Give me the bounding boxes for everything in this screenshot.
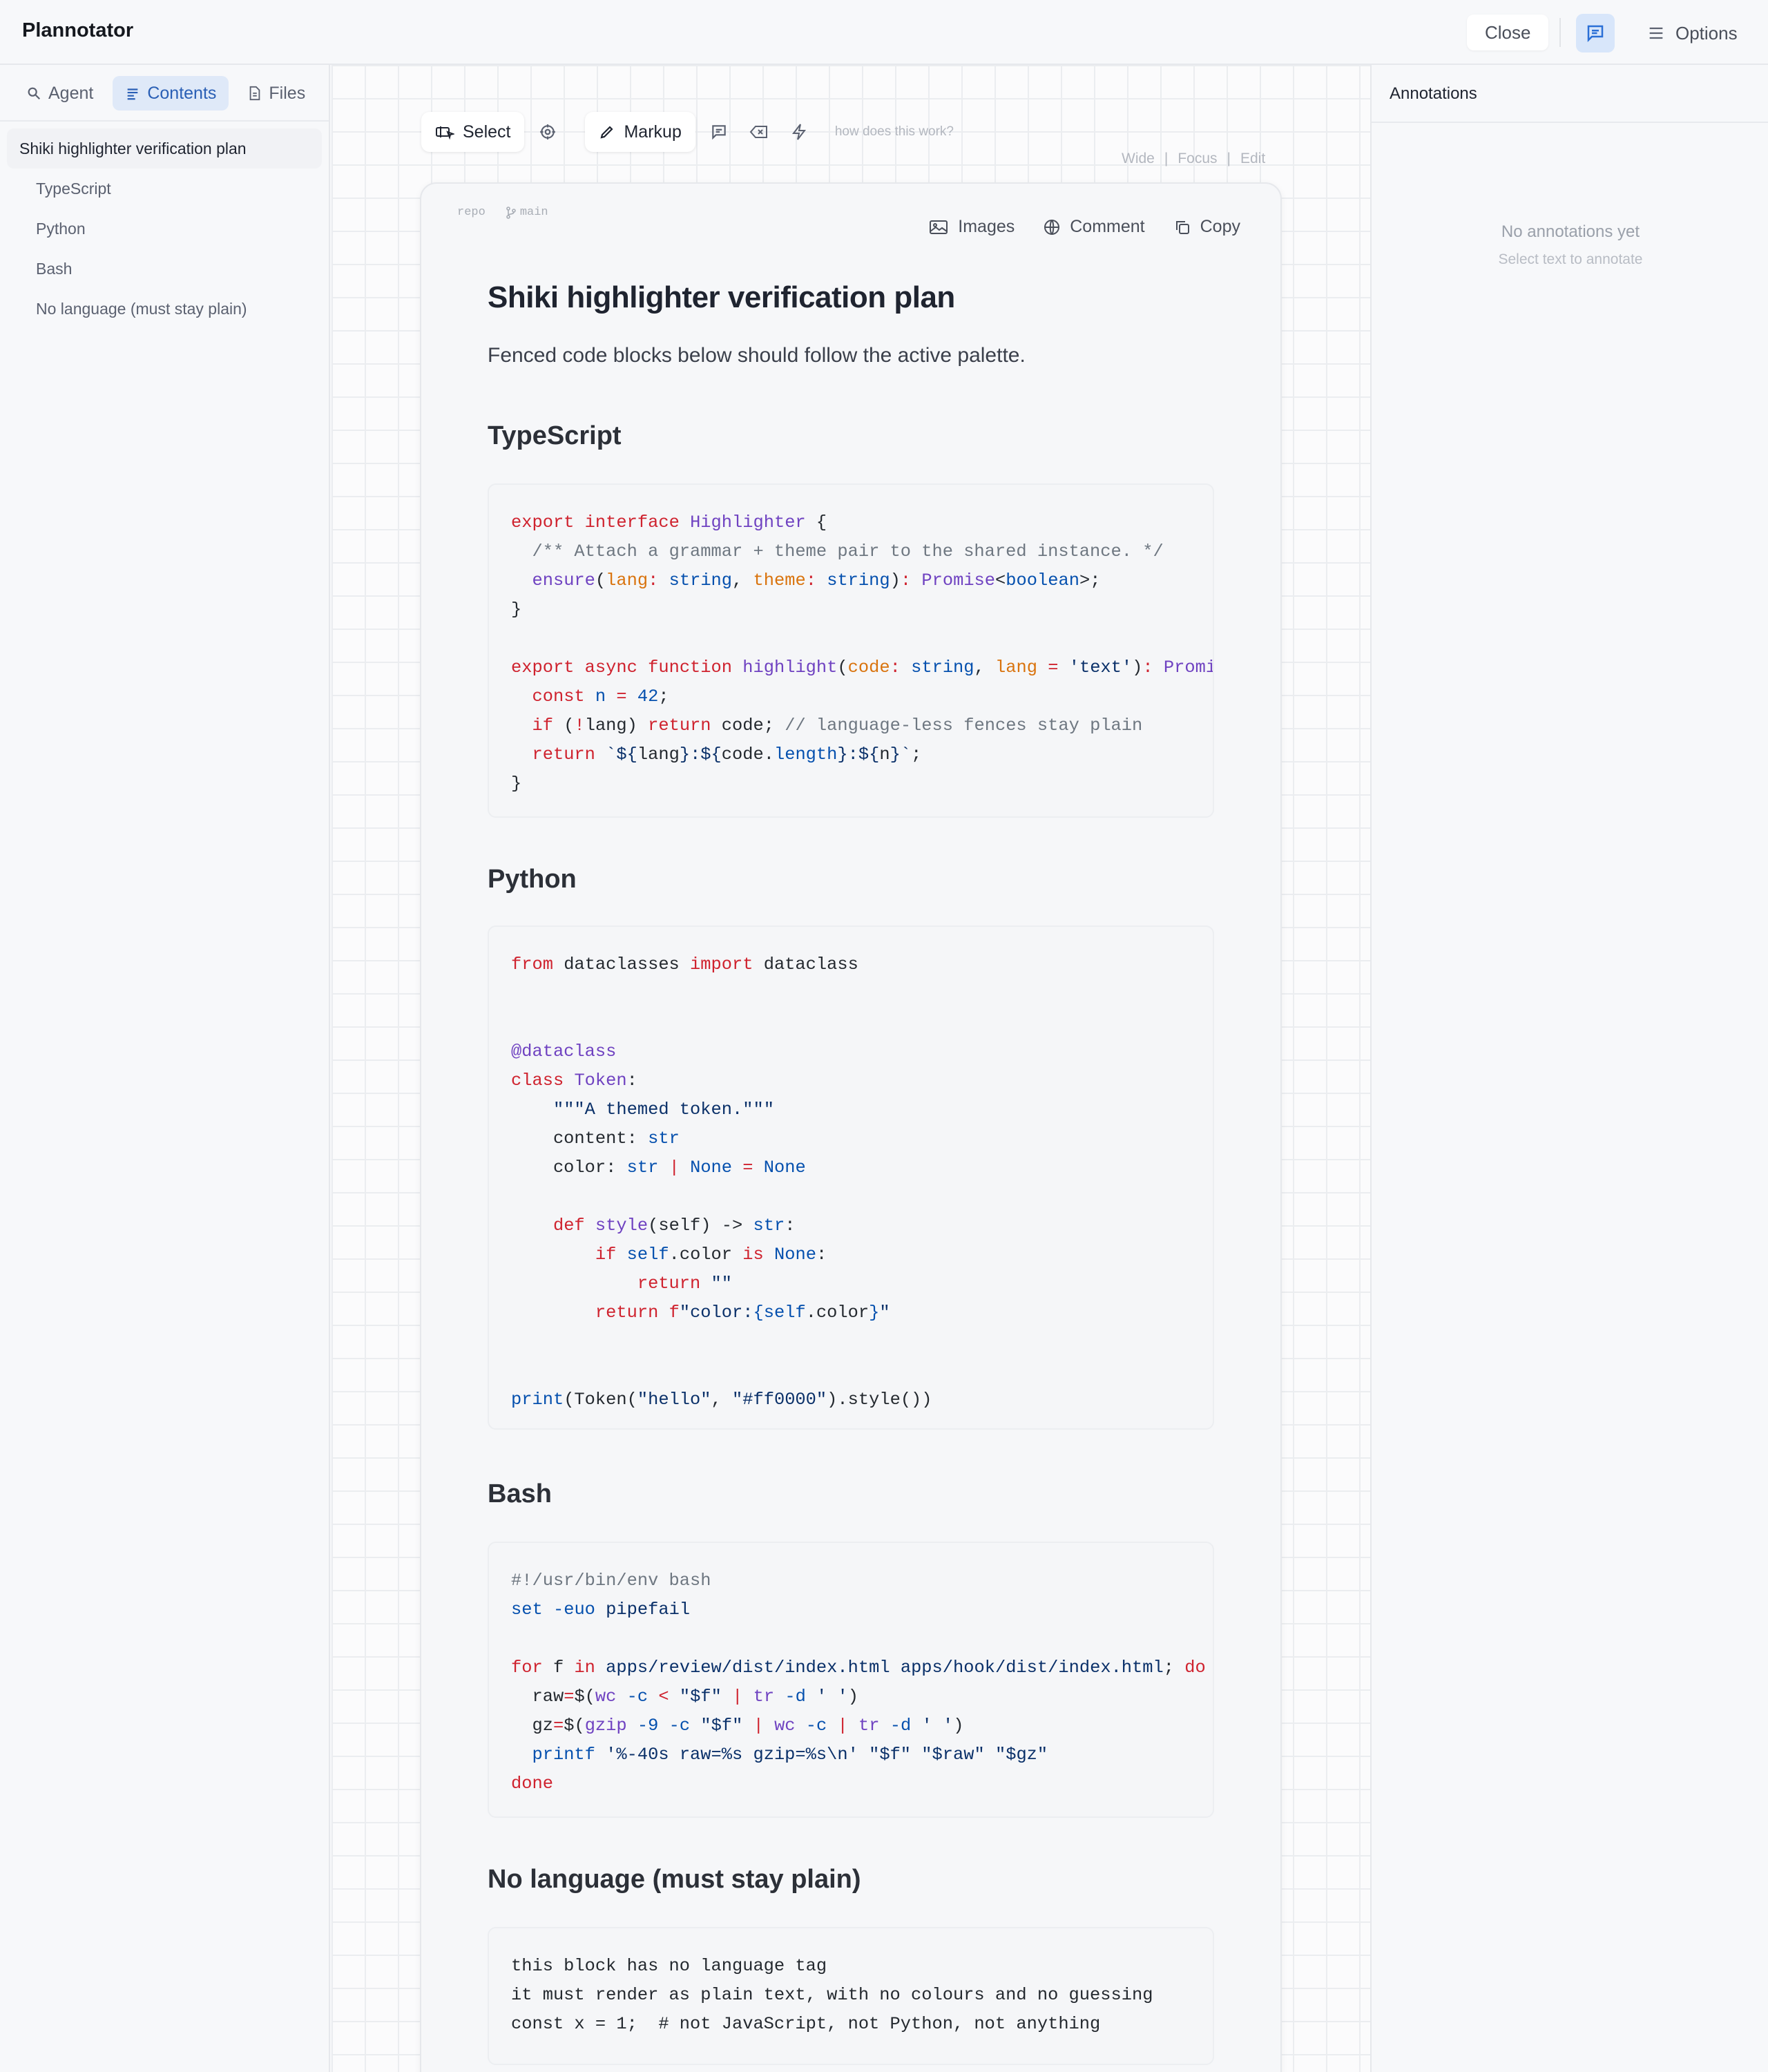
file-icon bbox=[248, 86, 262, 101]
annotations-toggle-button[interactable] bbox=[1576, 14, 1615, 52]
view-edit-link[interactable]: Edit bbox=[1240, 151, 1265, 167]
sidebar-tabs: Agent Contents Files bbox=[14, 76, 318, 111]
pin-mode-button[interactable] bbox=[531, 112, 564, 152]
copy-icon bbox=[1174, 219, 1191, 236]
header-divider bbox=[1559, 18, 1561, 47]
tab-files-label: Files bbox=[269, 83, 306, 103]
document-canvas: Select Markup how does this work? Wide |… bbox=[332, 65, 1370, 2072]
message-icon bbox=[1585, 23, 1606, 44]
tab-contents[interactable]: Contents bbox=[113, 76, 229, 111]
view-focus-link[interactable]: Focus bbox=[1178, 151, 1217, 167]
close-button[interactable]: Close bbox=[1467, 15, 1549, 50]
markup-mode-button[interactable]: Markup bbox=[585, 112, 695, 152]
sidebar-divider bbox=[0, 120, 329, 122]
markup-label: Markup bbox=[624, 122, 682, 142]
globe-icon bbox=[1044, 219, 1060, 236]
code-block-typescript: export interface Highlighter { /** Attac… bbox=[488, 483, 1214, 818]
quick-action-button[interactable] bbox=[782, 112, 816, 152]
document-meta: repo main bbox=[457, 206, 548, 219]
git-branch-icon bbox=[506, 206, 516, 219]
options-label: Options bbox=[1675, 22, 1738, 44]
code-plain: this block has no language tag it must r… bbox=[511, 1956, 1153, 2034]
comment-tool-button[interactable] bbox=[702, 112, 736, 152]
code-block-python: from dataclasses import dataclass @datac… bbox=[488, 925, 1214, 1430]
code-typescript: export interface Highlighter { /** Attac… bbox=[511, 512, 1213, 794]
images-button[interactable]: Images bbox=[929, 217, 1015, 237]
app-header: Plannotator Close Options bbox=[0, 0, 1768, 65]
annotation-toolbar: Select Markup how does this work? bbox=[421, 112, 954, 152]
toc-item-typescript[interactable]: TypeScript bbox=[7, 169, 322, 209]
lightning-icon bbox=[791, 123, 807, 141]
delete-tool-button[interactable] bbox=[742, 112, 776, 152]
image-icon bbox=[929, 219, 948, 236]
branch-label: main bbox=[506, 206, 548, 219]
section-heading-no-language: No language (must stay plain) bbox=[488, 1865, 861, 1894]
document-card: repo main Images Comment Copy Shiki high… bbox=[420, 182, 1282, 2072]
section-heading-bash: Bash bbox=[488, 1479, 552, 1508]
toc-item-no-language[interactable]: No language (must stay plain) bbox=[7, 289, 322, 329]
menu-icon bbox=[1646, 23, 1666, 43]
copy-label: Copy bbox=[1200, 217, 1240, 236]
app-title: Plannotator bbox=[22, 19, 134, 41]
code-block-bash: #!/usr/bin/env bash set -euo pipefail fo… bbox=[488, 1542, 1214, 1818]
repo-label: repo bbox=[457, 206, 486, 219]
document-lead: Fenced code blocks below should follow t… bbox=[488, 344, 1026, 367]
section-heading-python: Python bbox=[488, 865, 577, 894]
crosshair-icon bbox=[539, 123, 557, 141]
tab-contents-label: Contents bbox=[147, 83, 217, 103]
tab-agent-label: Agent bbox=[48, 83, 94, 103]
code-bash: #!/usr/bin/env bash set -euo pipefail fo… bbox=[511, 1571, 1206, 1794]
code-block-plain: this block has no language tag it must r… bbox=[488, 1927, 1214, 2065]
toc-item-bash[interactable]: Bash bbox=[7, 249, 322, 289]
document-title: Shiki highlighter verification plan bbox=[488, 280, 955, 314]
table-of-contents: Shiki highlighter verification plan Type… bbox=[7, 128, 322, 329]
annotations-divider bbox=[1372, 122, 1768, 123]
options-button[interactable]: Options bbox=[1638, 14, 1746, 52]
annotations-panel: Annotations No annotations yet Select te… bbox=[1370, 65, 1768, 2072]
comment-icon bbox=[710, 123, 728, 141]
comment-button[interactable]: Comment bbox=[1044, 217, 1145, 237]
code-python: from dataclasses import dataclass @datac… bbox=[511, 955, 932, 1410]
document-actions: Images Comment Copy bbox=[929, 217, 1240, 237]
images-label: Images bbox=[958, 217, 1015, 236]
annotations-title: Annotations bbox=[1390, 84, 1477, 103]
annotations-empty-hint: Select text to annotate bbox=[1498, 251, 1643, 267]
section-heading-typescript: TypeScript bbox=[488, 421, 622, 450]
cursor-select-icon bbox=[435, 124, 454, 140]
view-separator: | bbox=[1227, 151, 1231, 166]
view-mode-links: Wide | Focus | Edit bbox=[1122, 151, 1265, 167]
pencil-icon bbox=[599, 124, 615, 140]
copy-button[interactable]: Copy bbox=[1174, 217, 1240, 237]
view-wide-link[interactable]: Wide bbox=[1122, 151, 1155, 167]
select-label: Select bbox=[463, 122, 511, 142]
branch-name: main bbox=[519, 206, 548, 219]
view-separator: | bbox=[1164, 151, 1169, 166]
comment-label: Comment bbox=[1070, 217, 1145, 236]
list-icon bbox=[125, 86, 140, 101]
search-icon bbox=[26, 86, 41, 101]
tab-files[interactable]: Files bbox=[236, 76, 318, 111]
annotations-empty-title: No annotations yet bbox=[1501, 222, 1640, 241]
select-mode-button[interactable]: Select bbox=[421, 112, 525, 152]
toc-item-python[interactable]: Python bbox=[7, 209, 322, 249]
toc-item-title[interactable]: Shiki highlighter verification plan bbox=[7, 128, 322, 169]
left-sidebar: Agent Contents Files Shiki highlighter v… bbox=[0, 65, 330, 2072]
help-link[interactable]: how does this work? bbox=[835, 124, 954, 140]
tab-agent[interactable]: Agent bbox=[14, 76, 106, 111]
eraser-icon bbox=[749, 124, 769, 140]
